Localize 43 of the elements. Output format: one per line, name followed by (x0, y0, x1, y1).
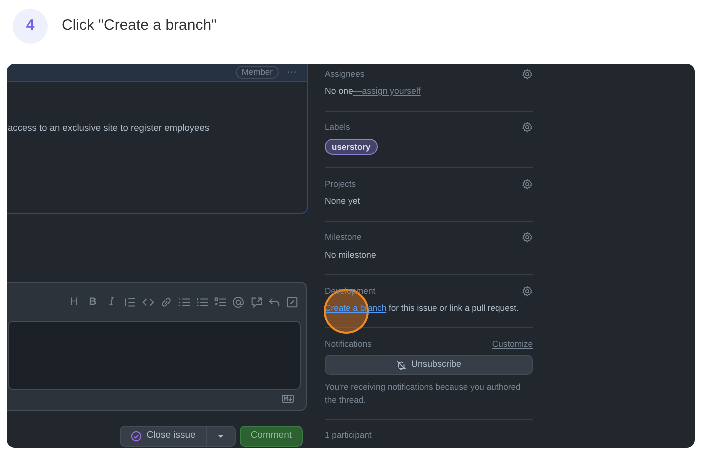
settings-icon[interactable] (522, 122, 533, 133)
link-icon[interactable] (160, 296, 173, 308)
comment-input[interactable] (8, 321, 301, 390)
more-menu[interactable]: ··· (287, 68, 297, 78)
caret-icon (218, 434, 224, 438)
fullscreen-icon[interactable] (286, 296, 299, 308)
bell-off-icon (396, 360, 408, 371)
settings-icon[interactable] (522, 178, 533, 190)
step-number: 4 (13, 8, 48, 44)
section-value: No milestone (325, 250, 376, 260)
step-title: Click "Create a branch" (62, 16, 217, 36)
member-badge: Member (236, 66, 279, 79)
markdown-icon (282, 395, 294, 403)
close-issue-button[interactable]: Close issue (120, 426, 207, 447)
check-circle-icon (130, 431, 142, 442)
assign-yourself-link[interactable]: —assign yourself (353, 86, 421, 96)
section-value: No one (325, 86, 354, 96)
comment-text: access to an exclusive site to register employees (7, 122, 211, 135)
quote-icon[interactable] (124, 296, 137, 308)
settings-icon[interactable] (522, 68, 533, 80)
unsubscribe-button[interactable]: Unsubscribe (325, 355, 533, 376)
label-tag[interactable]: userstory (325, 138, 378, 156)
reply-icon[interactable] (268, 296, 281, 308)
comment-button[interactable]: Comment (240, 426, 303, 447)
format-button[interactable]: H (67, 295, 81, 309)
section-value: None yet (325, 196, 360, 206)
mention-icon[interactable] (232, 296, 245, 308)
customize-link[interactable]: Customize (492, 338, 533, 351)
section-heading: Notifications (325, 338, 372, 351)
section-heading: Projects (325, 178, 356, 191)
bulleted-list-icon[interactable] (178, 296, 191, 308)
italic-button[interactable]: I (105, 295, 119, 309)
reference-icon[interactable] (250, 296, 263, 308)
section-heading: Labels (325, 121, 350, 134)
format-button[interactable]: B (86, 295, 100, 309)
section-heading: Assignees (325, 68, 365, 80)
participants-heading: 1 participant (325, 429, 373, 442)
settings-icon[interactable] (522, 232, 533, 244)
section-heading: Milestone (325, 231, 362, 244)
settings-icon[interactable] (522, 286, 533, 297)
task-list-icon[interactable] (214, 296, 227, 308)
numbered-list-icon[interactable] (196, 296, 209, 308)
notification-note: You're receiving notifications because you authored the thread. (325, 381, 522, 408)
